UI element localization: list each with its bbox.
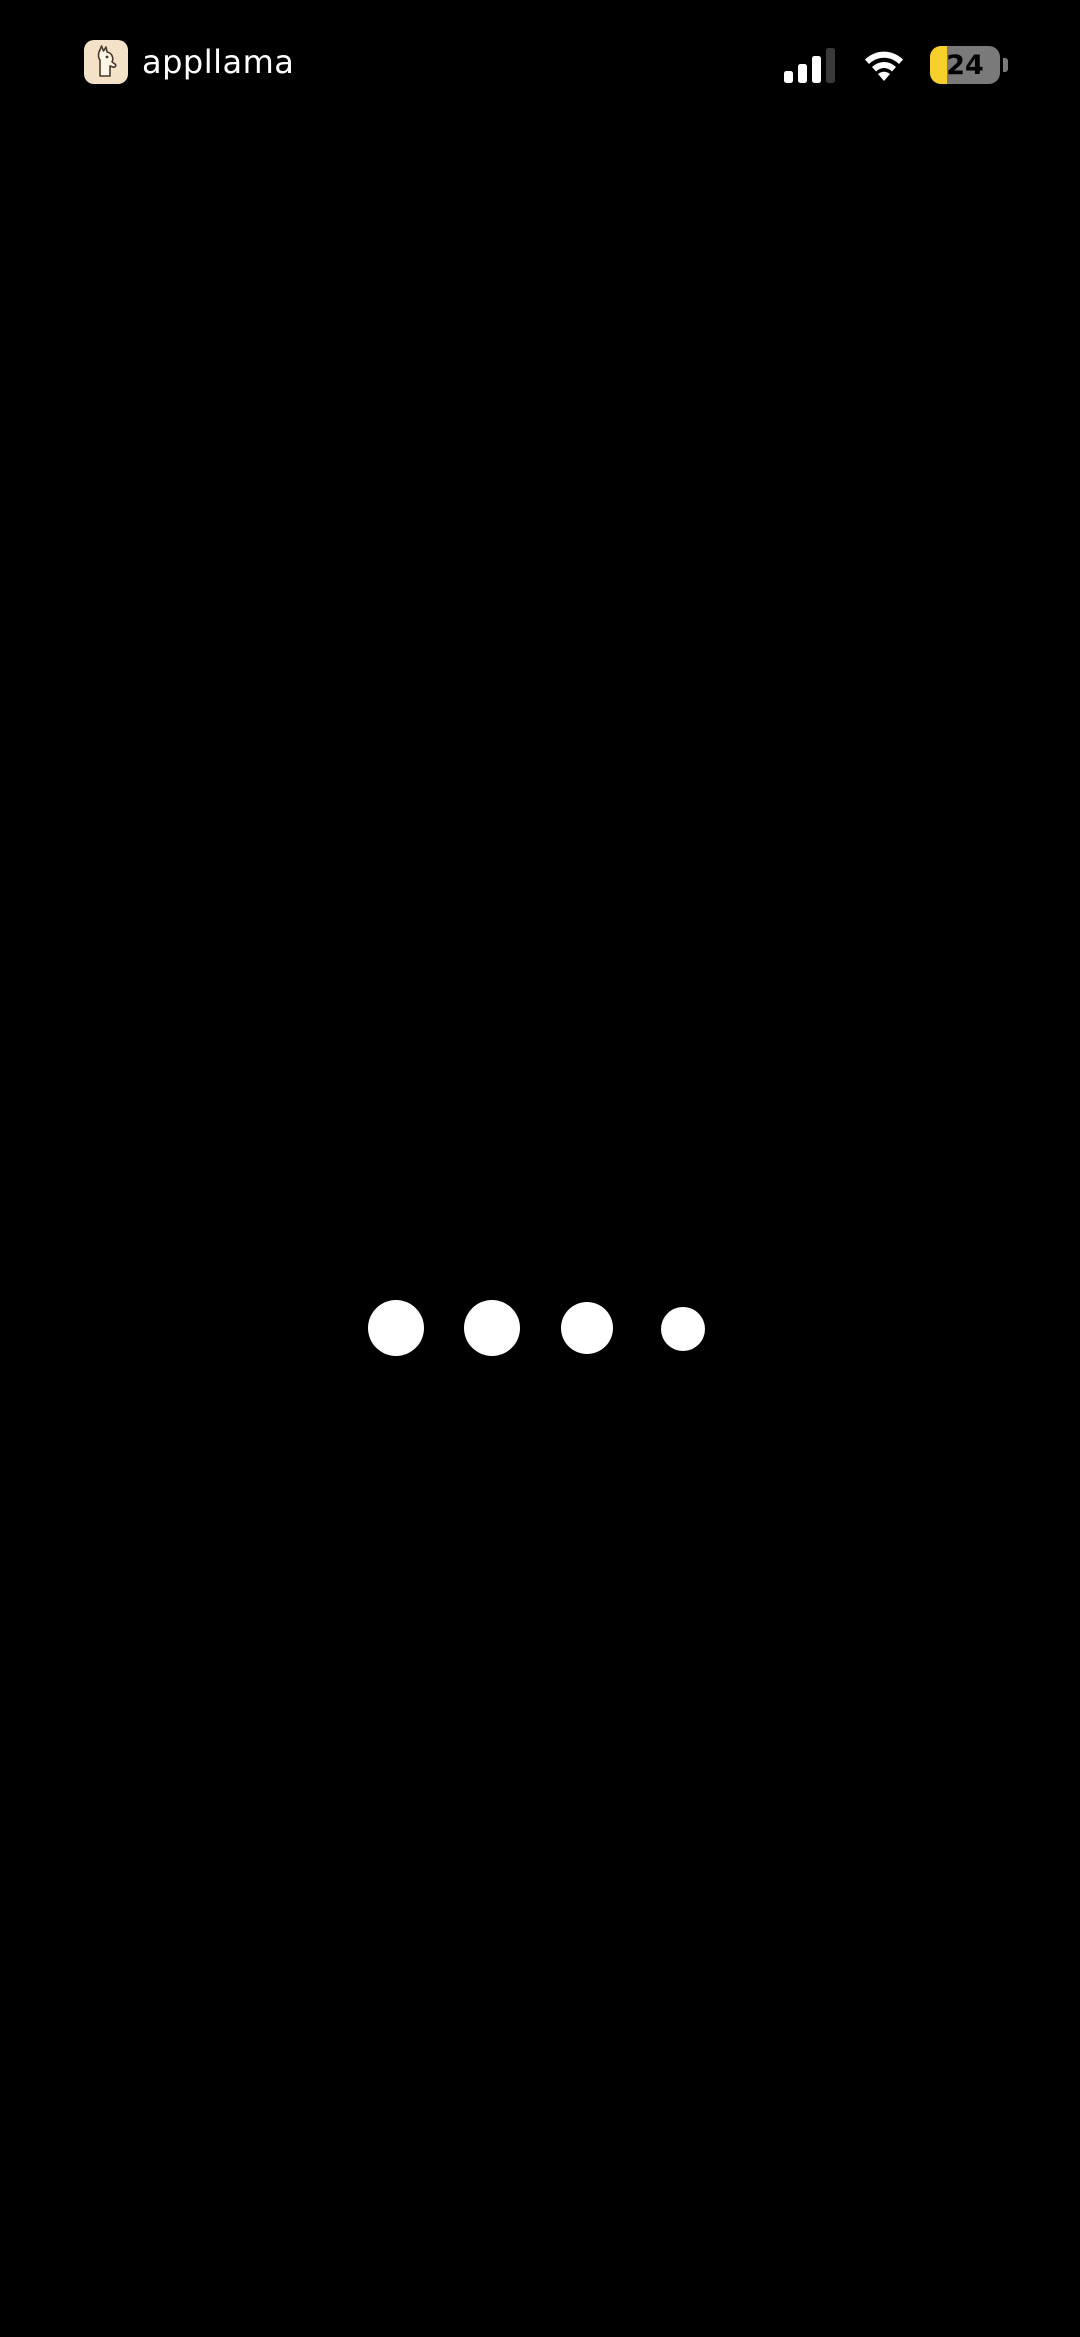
status-icons: 24	[784, 46, 1008, 84]
app-name: appllama	[142, 43, 295, 81]
brand: appllama	[84, 40, 294, 84]
cellular-signal-icon	[784, 47, 838, 83]
battery-level: 24	[946, 49, 984, 81]
loading-indicator	[0, 1300, 1080, 1360]
loading-dot	[464, 1300, 520, 1356]
wifi-icon	[860, 47, 908, 83]
screen: appllama 24	[0, 0, 1080, 2337]
status-bar: appllama 24	[0, 0, 1080, 140]
loading-dot	[661, 1307, 705, 1351]
battery-fill	[930, 46, 947, 84]
battery-cap	[1003, 58, 1008, 72]
loading-dot	[561, 1302, 613, 1354]
llama-logo-icon	[84, 40, 128, 84]
loading-dot	[368, 1300, 424, 1356]
battery-indicator: 24	[930, 46, 1000, 84]
